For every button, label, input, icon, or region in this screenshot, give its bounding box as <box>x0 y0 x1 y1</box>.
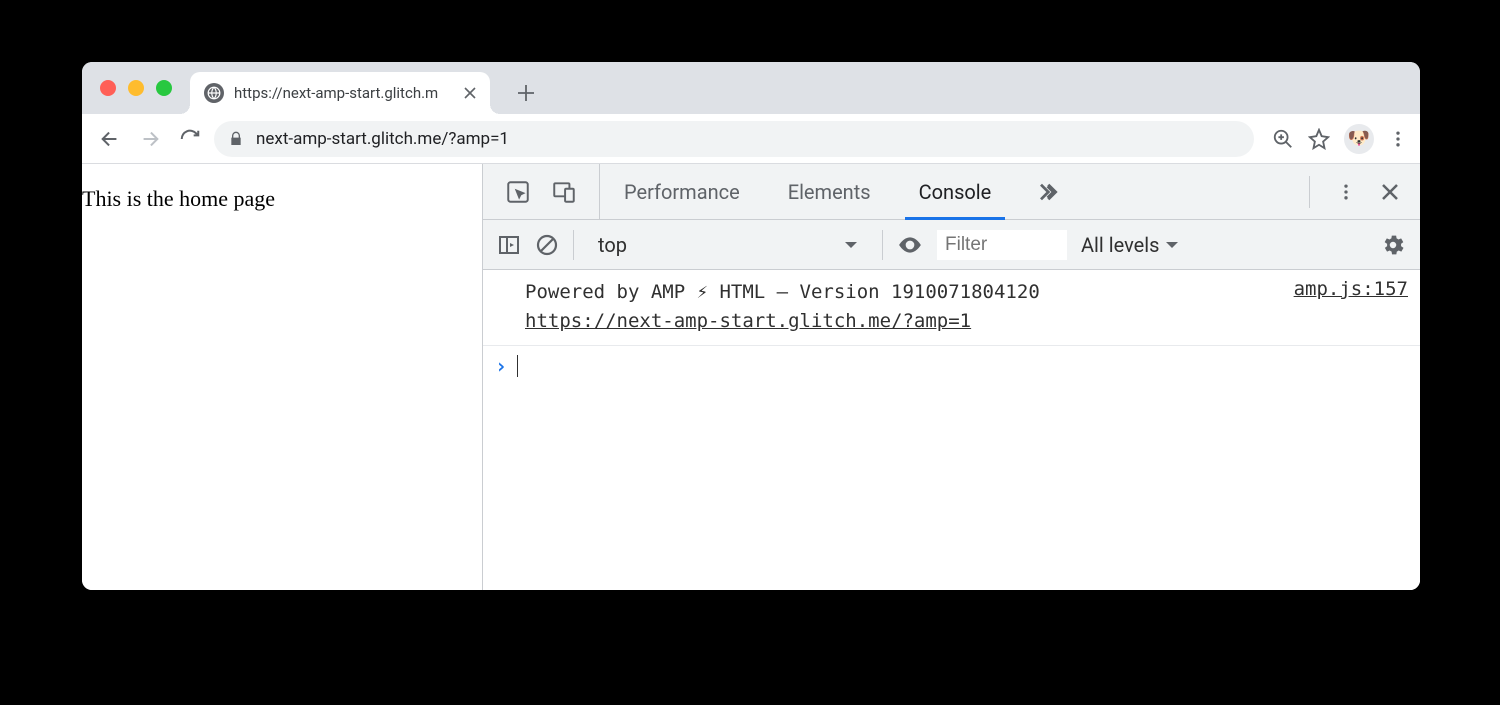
address-bar[interactable]: next-amp-start.glitch.me/?amp=1 <box>214 121 1254 157</box>
chevron-down-icon <box>844 238 858 252</box>
new-tab-button[interactable] <box>508 75 544 111</box>
forward-button[interactable] <box>134 123 166 155</box>
zoom-icon[interactable] <box>1272 128 1294 150</box>
reload-button[interactable] <box>174 123 206 155</box>
devtools-close-button[interactable] <box>1370 172 1410 212</box>
devtools-tab-performance[interactable]: Performance <box>600 164 764 219</box>
profile-avatar[interactable]: 🐶 <box>1344 124 1374 154</box>
window-controls <box>100 80 172 96</box>
log-message: Powered by AMP ⚡ HTML – Version 19100718… <box>525 278 1274 335</box>
log-level-selector[interactable]: All levels <box>1081 233 1179 257</box>
minimize-window-button[interactable] <box>128 80 144 96</box>
tab-title: https://next-amp-start.glitch.m <box>234 84 454 102</box>
page-body-text: This is the home page <box>82 186 275 211</box>
lock-icon <box>228 131 244 147</box>
log-source-link[interactable]: amp.js:157 <box>1294 278 1408 300</box>
maximize-window-button[interactable] <box>156 80 172 96</box>
text-cursor <box>517 355 518 377</box>
page-viewport: This is the home page <box>82 164 482 590</box>
devtools-tab-console[interactable]: Console <box>895 164 1016 219</box>
content-area: This is the home page Performance Elemen… <box>82 164 1420 590</box>
context-selector[interactable]: top <box>588 233 868 257</box>
back-button[interactable] <box>94 123 126 155</box>
clear-console-icon[interactable] <box>535 233 559 257</box>
console-settings-icon[interactable] <box>1380 232 1406 258</box>
devtools-tab-overflow[interactable] <box>1015 164 1089 219</box>
tab-strip: https://next-amp-start.glitch.m <box>82 62 1420 114</box>
log-url-link[interactable]: https://next-amp-start.glitch.me/?amp=1 <box>525 310 971 332</box>
inspect-icon[interactable] <box>505 179 531 205</box>
browser-toolbar: next-amp-start.glitch.me/?amp=1 🐶 <box>82 114 1420 164</box>
console-prompt[interactable]: › <box>483 346 1420 386</box>
device-toggle-icon[interactable] <box>551 179 577 205</box>
console-output: Powered by AMP ⚡ HTML – Version 19100718… <box>483 270 1420 590</box>
menu-button[interactable] <box>1388 129 1408 149</box>
devtools-tab-bar: Performance Elements Console <box>483 164 1420 220</box>
filter-input[interactable] <box>937 230 1067 260</box>
toolbar-actions: 🐶 <box>1272 124 1408 154</box>
console-log-entry[interactable]: Powered by AMP ⚡ HTML – Version 19100718… <box>483 270 1420 346</box>
devtools-tab-elements[interactable]: Elements <box>764 164 895 219</box>
browser-tab[interactable]: https://next-amp-start.glitch.m <box>190 72 490 114</box>
browser-window: https://next-amp-start.glitch.m next-amp… <box>82 62 1420 590</box>
bookmark-star-icon[interactable] <box>1308 128 1330 150</box>
url-text: next-amp-start.glitch.me/?amp=1 <box>256 129 509 149</box>
close-window-button[interactable] <box>100 80 116 96</box>
tab-close-button[interactable] <box>464 87 476 99</box>
console-toolbar: top All levels <box>483 220 1420 270</box>
console-sidebar-toggle-icon[interactable] <box>497 233 521 257</box>
globe-favicon-icon <box>204 83 224 103</box>
devtools-more-button[interactable] <box>1326 172 1366 212</box>
devtools-panel: Performance Elements Console <box>482 164 1420 590</box>
eye-icon[interactable] <box>897 232 923 258</box>
prompt-caret-icon: › <box>495 354 507 378</box>
